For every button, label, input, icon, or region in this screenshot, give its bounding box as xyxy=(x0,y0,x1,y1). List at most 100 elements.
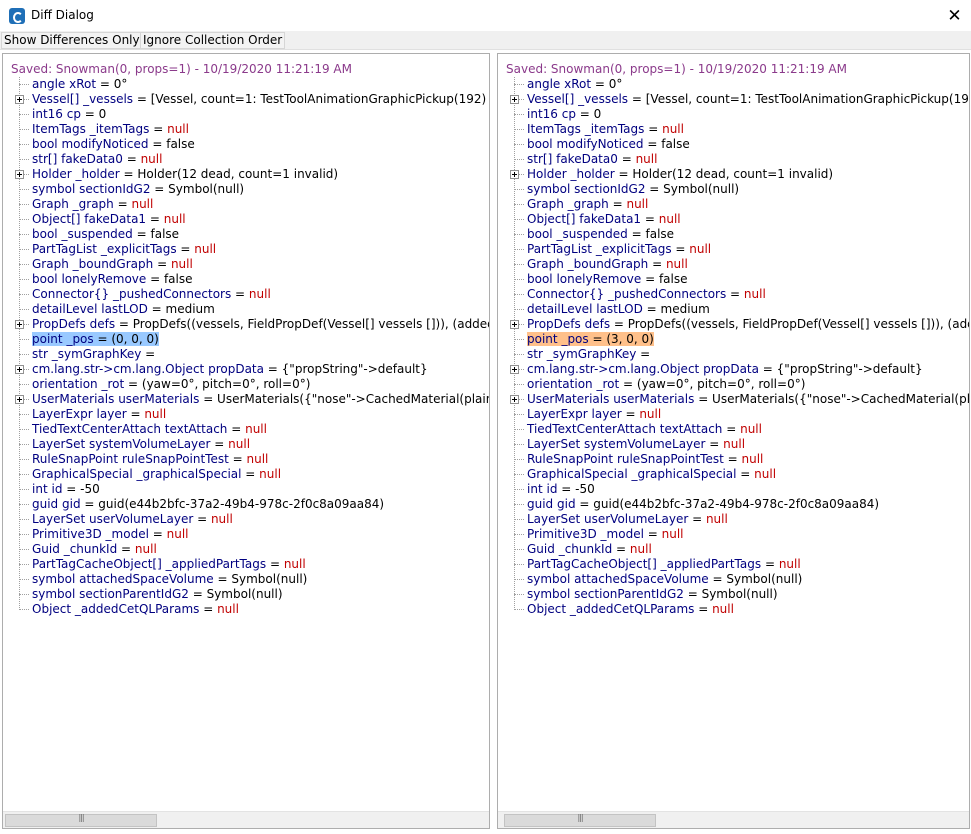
tree-row-addedcetqlparams[interactable]: Object _addedCetQLParams = null xyxy=(527,602,734,617)
tree-row-modifynoticed[interactable]: bool modifyNoticed = false xyxy=(527,137,690,152)
tree-row-lonelyremove[interactable]: bool lonelyRemove = false xyxy=(32,272,193,287)
left-property-tree[interactable]: Saved: Snowman(0, props=1) - 10/19/2020 … xyxy=(3,54,489,828)
tree-row-boundgraph[interactable]: Graph _boundGraph = null xyxy=(32,257,193,272)
tree-row-sectionidg2[interactable]: symbol sectionIdG2 = Symbol(null) xyxy=(527,182,739,197)
tree-row-xrot[interactable]: angle xRot = 0° xyxy=(32,77,127,92)
tree-row-fakedata1[interactable]: Object[] fakeData1 = null xyxy=(527,212,681,227)
tree-row-xrot[interactable]: angle xRot = 0° xyxy=(527,77,622,92)
tree-row-model[interactable]: Primitive3D _model = null xyxy=(32,527,189,542)
tree-row-graphicalspecial[interactable]: GraphicalSpecial _graphicalSpecial = nul… xyxy=(32,467,281,482)
close-button[interactable]: ✕ xyxy=(938,0,971,31)
tree-row-usermaterials[interactable]: UserMaterials userMaterials = UserMateri… xyxy=(527,392,969,407)
property-type: LayerSet xyxy=(32,437,86,451)
tree-row-id[interactable]: int id = -50 xyxy=(527,482,595,497)
tree-row-fakedata0[interactable]: str[] fakeData0 = null xyxy=(527,152,657,167)
tree-row-uservolumelayer[interactable]: LayerSet userVolumeLayer = null xyxy=(32,512,233,527)
tree-row-uservolumelayer[interactable]: LayerSet userVolumeLayer = null xyxy=(527,512,728,527)
tree-row-explicittags[interactable]: PartTagList _explicitTags = null xyxy=(527,242,711,257)
tree-row-fakedata0[interactable]: str[] fakeData0 = null xyxy=(32,152,162,167)
tree-row-gid[interactable]: guid gid = guid(e44b2bfc-37a2-49b4-978c-… xyxy=(527,497,879,512)
tree-row-appliedparttags[interactable]: PartTagCacheObject[] _appliedPartTags = … xyxy=(527,557,801,572)
tree-row-rot[interactable]: orientation _rot = (yaw=0°, pitch=0°, ro… xyxy=(32,377,310,392)
property-type: point xyxy=(527,332,558,346)
right-diff-pane[interactable]: Saved: Snowman(0, props=1) - 10/19/2020 … xyxy=(497,53,970,829)
plus-expander-icon[interactable] xyxy=(15,320,24,329)
tree-row-cp[interactable]: int16 cp = 0 xyxy=(527,107,601,122)
tree-row-graph[interactable]: Graph _graph = null xyxy=(32,197,153,212)
tree-row-fakedata1[interactable]: Object[] fakeData1 = null xyxy=(32,212,186,227)
tree-row-lonelyremove[interactable]: bool lonelyRemove = false xyxy=(527,272,688,287)
tree-row-rulesnappointtest[interactable]: RuleSnapPoint ruleSnapPointTest = null xyxy=(527,452,763,467)
tree-row-rot[interactable]: orientation _rot = (yaw=0°, pitch=0°, ro… xyxy=(527,377,805,392)
ignore-collection-order-toggle[interactable]: Ignore Collection Order xyxy=(140,32,286,49)
plus-expander-icon[interactable] xyxy=(15,365,24,374)
right-scroll-thumb[interactable] xyxy=(504,814,656,827)
tree-row-holder[interactable]: Holder _holder = Holder(12 dead, count=1… xyxy=(527,167,833,182)
tree-row-id[interactable]: int id = -50 xyxy=(32,482,100,497)
property-type: LayerExpr xyxy=(32,407,93,421)
tree-row-textattach[interactable]: TiedTextCenterAttach textAttach = null xyxy=(527,422,762,437)
tree-row-cp[interactable]: int16 cp = 0 xyxy=(32,107,106,122)
tree-row-layer[interactable]: LayerExpr layer = null xyxy=(527,407,661,422)
tree-row-lastlod[interactable]: detailLevel lastLOD = medium xyxy=(32,302,215,317)
tree-row-sectionparentidg2[interactable]: symbol sectionParentIdG2 = Symbol(null) xyxy=(32,587,283,602)
plus-expander-icon[interactable] xyxy=(510,170,519,179)
property-type: symbol xyxy=(527,587,571,601)
tree-row-pos[interactable]: point _pos = (3, 0, 0) xyxy=(527,332,654,347)
tree-row-appliedparttags[interactable]: PartTagCacheObject[] _appliedPartTags = … xyxy=(32,557,306,572)
tree-row-addedcetqlparams[interactable]: Object _addedCetQLParams = null xyxy=(32,602,239,617)
plus-expander-icon[interactable] xyxy=(510,365,519,374)
tree-row-symgraphkey[interactable]: str _symGraphKey = xyxy=(527,347,650,362)
tree-row-itemtags[interactable]: ItemTags _itemTags = null xyxy=(527,122,684,137)
tree-row-vessels[interactable]: Vessel[] _vessels = [Vessel, count=1: Te… xyxy=(527,92,969,107)
tree-row-gid[interactable]: guid gid = guid(e44b2bfc-37a2-49b4-978c-… xyxy=(32,497,384,512)
tree-row-pos[interactable]: point _pos = (0, 0, 0) xyxy=(32,332,159,347)
tree-row-suspended[interactable]: bool _suspended = false xyxy=(32,227,179,242)
left-scroll-thumb[interactable] xyxy=(5,814,157,827)
left-diff-pane[interactable]: Saved: Snowman(0, props=1) - 10/19/2020 … xyxy=(2,53,490,829)
left-horizontal-scrollbar[interactable] xyxy=(3,811,489,828)
tree-row-itemtags[interactable]: ItemTags _itemTags = null xyxy=(32,122,189,137)
tree-row-graphicalspecial[interactable]: GraphicalSpecial _graphicalSpecial = nul… xyxy=(527,467,776,482)
tree-row-systemvolumelayer[interactable]: LayerSet systemVolumeLayer = null xyxy=(32,437,250,452)
tree-row-sectionparentidg2[interactable]: symbol sectionParentIdG2 = Symbol(null) xyxy=(527,587,778,602)
tree-row-pushedconnectors[interactable]: Connector{} _pushedConnectors = null xyxy=(32,287,271,302)
tree-row-vessels[interactable]: Vessel[] _vessels = [Vessel, count=1: Te… xyxy=(32,92,489,107)
tree-row-defs[interactable]: PropDefs defs = PropDefs((vessels, Field… xyxy=(32,317,489,332)
tree-row-explicittags[interactable]: PartTagList _explicitTags = null xyxy=(32,242,216,257)
tree-row-holder[interactable]: Holder _holder = Holder(12 dead, count=1… xyxy=(32,167,338,182)
plus-expander-icon[interactable] xyxy=(510,95,519,104)
tree-row-model[interactable]: Primitive3D _model = null xyxy=(527,527,684,542)
property-value: = xyxy=(231,287,249,301)
tree-row-suspended[interactable]: bool _suspended = false xyxy=(527,227,674,242)
tree-row-chunkid[interactable]: Guid _chunkId = null xyxy=(527,542,652,557)
plus-expander-icon[interactable] xyxy=(510,320,519,329)
plus-expander-icon[interactable] xyxy=(15,170,24,179)
tree-row-systemvolumelayer[interactable]: LayerSet systemVolumeLayer = null xyxy=(527,437,745,452)
plus-expander-icon[interactable] xyxy=(15,395,24,404)
property-value: = 0 xyxy=(80,107,107,121)
tree-row-attachedspacevolume[interactable]: symbol attachedSpaceVolume = Symbol(null… xyxy=(32,572,307,587)
tree-row-textattach[interactable]: TiedTextCenterAttach textAttach = null xyxy=(32,422,267,437)
tree-row-usermaterials[interactable]: UserMaterials userMaterials = UserMateri… xyxy=(32,392,489,407)
show-differences-only-toggle[interactable]: Show Differences Only xyxy=(1,32,143,49)
plus-expander-icon[interactable] xyxy=(510,395,519,404)
tree-row-propdata[interactable]: cm.lang.str->cm.lang.Object propData = {… xyxy=(527,362,923,377)
tree-row-rulesnappointtest[interactable]: RuleSnapPoint ruleSnapPointTest = null xyxy=(32,452,268,467)
tree-row-sectionidg2[interactable]: symbol sectionIdG2 = Symbol(null) xyxy=(32,182,244,197)
tree-row-modifynoticed[interactable]: bool modifyNoticed = false xyxy=(32,137,195,152)
tree-row-layer[interactable]: LayerExpr layer = null xyxy=(32,407,166,422)
tree-row-attachedspacevolume[interactable]: symbol attachedSpaceVolume = Symbol(null… xyxy=(527,572,802,587)
tree-row-defs[interactable]: PropDefs defs = PropDefs((vessels, Field… xyxy=(527,317,969,332)
tree-row-symgraphkey[interactable]: str _symGraphKey = xyxy=(32,347,155,362)
tree-row-chunkid[interactable]: Guid _chunkId = null xyxy=(32,542,157,557)
plus-expander-icon[interactable] xyxy=(15,95,24,104)
tree-row-pushedconnectors[interactable]: Connector{} _pushedConnectors = null xyxy=(527,287,766,302)
null-value: null xyxy=(661,527,684,541)
tree-row-boundgraph[interactable]: Graph _boundGraph = null xyxy=(527,257,688,272)
tree-row-propdata[interactable]: cm.lang.str->cm.lang.Object propData = {… xyxy=(32,362,428,377)
tree-row-lastlod[interactable]: detailLevel lastLOD = medium xyxy=(527,302,710,317)
right-property-tree[interactable]: Saved: Snowman(0, props=1) - 10/19/2020 … xyxy=(498,54,969,828)
tree-row-graph[interactable]: Graph _graph = null xyxy=(527,197,648,212)
right-horizontal-scrollbar[interactable] xyxy=(498,811,969,828)
